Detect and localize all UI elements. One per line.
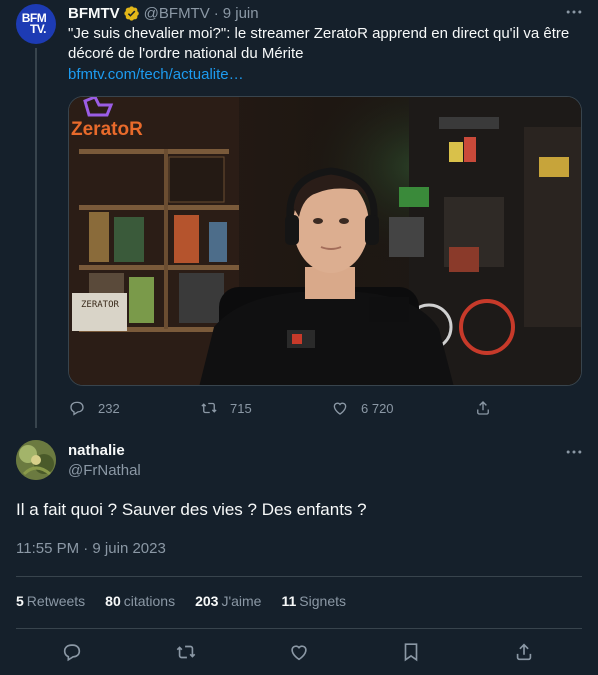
bfmtv-avatar[interactable]: BFM TV.: [16, 4, 56, 44]
reply-icon[interactable]: [61, 641, 83, 663]
engagement-stats: 5 Retweets 80 citations 203 J'aime 11 Signet…: [16, 593, 366, 609]
media-sign-text: ZERATOR: [81, 300, 120, 310]
stat-label: Signets: [299, 593, 346, 609]
more-dots-icon: [566, 10, 582, 14]
reply-timestamp[interactable]: 11:55 PM · 9 juin 2023: [16, 540, 166, 557]
more-dots-icon: [566, 450, 582, 454]
divider-bottom: [16, 628, 582, 629]
author-name[interactable]: BFMTV: [68, 5, 120, 22]
stat-label: Retweets: [26, 593, 86, 609]
divider-top: [16, 576, 582, 577]
bfmtv-logo: BFM TV.: [22, 12, 47, 35]
thread-connector-line: [35, 48, 37, 428]
more-options-button[interactable]: [562, 2, 586, 22]
stat-label: citations: [123, 593, 176, 609]
reply-more-options-button[interactable]: [562, 442, 586, 462]
avatar-photo: [16, 440, 56, 480]
retweet-action[interactable]: 715: [200, 398, 252, 418]
like-count: 6 720: [361, 400, 394, 416]
author-handle[interactable]: @BFMTV: [144, 5, 210, 22]
heart-icon: [333, 402, 347, 415]
retweet-count: 715: [230, 400, 252, 416]
share-action[interactable]: [474, 398, 504, 418]
header-separator: ·: [213, 4, 219, 22]
like-action[interactable]: 6 720: [331, 398, 394, 418]
tweet-date[interactable]: 9 juin: [223, 5, 259, 22]
share-icon[interactable]: [513, 641, 535, 663]
bookmark-icon[interactable]: [400, 641, 422, 663]
heart-icon[interactable]: [288, 641, 310, 663]
stat-likes[interactable]: 203 J'aime: [195, 593, 261, 609]
stat-value: 80: [105, 593, 121, 609]
stat-retweets[interactable]: 5 Retweets: [16, 593, 85, 609]
stat-value: 203: [195, 593, 219, 609]
share-icon: [477, 401, 489, 415]
bfmtv-logo-line2: TV.: [29, 22, 47, 36]
reply-icon: [70, 401, 84, 416]
stat-label: J'aime: [221, 593, 262, 609]
retweet-icon[interactable]: [175, 641, 197, 663]
nathalie-avatar[interactable]: [16, 440, 56, 480]
tweet-media-image[interactable]: ZERATOR ZeratoR: [68, 96, 582, 386]
retweet-icon: [201, 402, 217, 414]
streamer-photo: ZERATOR ZeratoR: [69, 97, 581, 385]
verified-badge-icon[interactable]: [123, 5, 140, 22]
stat-value: 5: [16, 593, 24, 609]
tweet-text: "Je suis chevalier moi?": le streamer Ze…: [68, 25, 570, 62]
parent-tweet-header: BFMTV @BFMTV · 9 juin: [68, 4, 259, 22]
reply-author-handle[interactable]: @FrNathal: [68, 462, 141, 479]
media-logo-text: ZeratoR: [71, 119, 143, 140]
reply-action[interactable]: 232: [68, 398, 120, 418]
reply-text: Il a fait quoi ? Sauver des vies ? Des e…: [16, 500, 367, 519]
reply-author-name[interactable]: nathalie: [68, 442, 125, 459]
article-link[interactable]: bfmtv.com/tech/actualite…: [68, 65, 244, 85]
stat-bookmarks[interactable]: 11 Signets: [281, 593, 346, 609]
stat-value: 11: [281, 593, 297, 609]
reply-count: 232: [98, 400, 120, 416]
stat-quotes[interactable]: 80 citations: [105, 593, 175, 609]
